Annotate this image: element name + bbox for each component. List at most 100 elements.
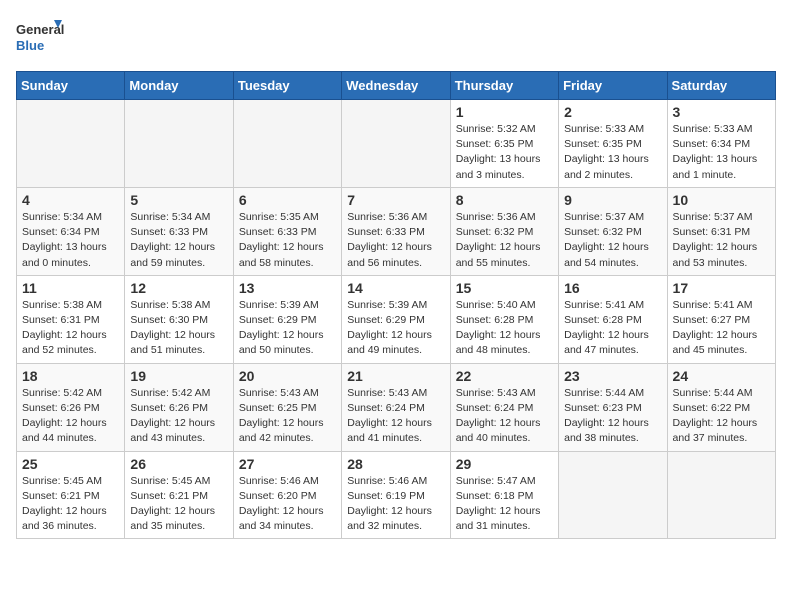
calendar-cell: 4Sunrise: 5:34 AMSunset: 6:34 PMDaylight…	[17, 187, 125, 275]
day-number: 20	[239, 368, 336, 384]
day-info: Sunrise: 5:37 AMSunset: 6:32 PMDaylight:…	[564, 210, 661, 271]
week-row-4: 18 Sunrise: 5:42 AMSunset: 6:26 PMDayligh…	[17, 363, 776, 451]
day-number: 13	[239, 280, 336, 296]
dow-header-monday: Monday	[125, 72, 233, 100]
day-info: Sunrise: 5:40 AMSunset: 6:28 PMDaylight:…	[456, 298, 553, 359]
week-row-2: 4Sunrise: 5:34 AMSunset: 6:34 PMDaylight…	[17, 187, 776, 275]
day-info: Sunrise: 5:33 AMSunset: 6:34 PMDaylight:…	[673, 122, 770, 183]
day-info: Sunrise: 5:44 AMSunset: 6:22 PMDaylight:…	[673, 386, 770, 447]
calendar-cell	[342, 100, 450, 188]
calendar-cell: 5 Sunrise: 5:34 AMSunset: 6:33 PMDaylight…	[125, 187, 233, 275]
dow-header-sunday: Sunday	[17, 72, 125, 100]
day-number: 17	[673, 280, 770, 296]
calendar-body: 1 Sunrise: 5:32 AMSunset: 6:35 PMDaylight…	[17, 100, 776, 539]
day-info: Sunrise: 5:47 AMSunset: 6:18 PMDaylight:…	[456, 474, 553, 535]
calendar-cell	[125, 100, 233, 188]
day-info: Sunrise: 5:43 AMSunset: 6:24 PMDaylight:…	[456, 386, 553, 447]
calendar-cell: 11 Sunrise: 5:38 AMSunset: 6:31 PMDayligh…	[17, 275, 125, 363]
calendar-cell: 2 Sunrise: 5:33 AMSunset: 6:35 PMDaylight…	[559, 100, 667, 188]
calendar-cell: 8Sunrise: 5:36 AMSunset: 6:32 PMDaylight…	[450, 187, 558, 275]
day-info: Sunrise: 5:42 AMSunset: 6:26 PMDaylight:…	[22, 386, 119, 447]
logo-svg: General Blue	[16, 16, 66, 61]
day-info: Sunrise: 5:37 AMSunset: 6:31 PMDaylight:…	[673, 210, 770, 271]
day-info: Sunrise: 5:35 AMSunset: 6:33 PMDaylight:…	[239, 210, 336, 271]
dow-header-friday: Friday	[559, 72, 667, 100]
day-number: 5	[130, 192, 227, 208]
days-of-week-row: SundayMondayTuesdayWednesdayThursdayFrid…	[17, 72, 776, 100]
svg-text:Blue: Blue	[16, 38, 44, 53]
day-info: Sunrise: 5:33 AMSunset: 6:35 PMDaylight:…	[564, 122, 661, 183]
day-number: 8	[456, 192, 553, 208]
day-info: Sunrise: 5:36 AMSunset: 6:33 PMDaylight:…	[347, 210, 444, 271]
day-number: 28	[347, 456, 444, 472]
day-number: 10	[673, 192, 770, 208]
day-info: Sunrise: 5:41 AMSunset: 6:28 PMDaylight:…	[564, 298, 661, 359]
calendar-cell: 22 Sunrise: 5:43 AMSunset: 6:24 PMDayligh…	[450, 363, 558, 451]
calendar-cell: 3 Sunrise: 5:33 AMSunset: 6:34 PMDaylight…	[667, 100, 775, 188]
day-number: 19	[130, 368, 227, 384]
day-info: Sunrise: 5:43 AMSunset: 6:24 PMDaylight:…	[347, 386, 444, 447]
day-number: 9	[564, 192, 661, 208]
calendar-cell: 21 Sunrise: 5:43 AMSunset: 6:24 PMDayligh…	[342, 363, 450, 451]
calendar-cell: 13Sunrise: 5:39 AMSunset: 6:29 PMDayligh…	[233, 275, 341, 363]
calendar-cell: 17 Sunrise: 5:41 AMSunset: 6:27 PMDayligh…	[667, 275, 775, 363]
calendar-cell: 10 Sunrise: 5:37 AMSunset: 6:31 PMDayligh…	[667, 187, 775, 275]
dow-header-wednesday: Wednesday	[342, 72, 450, 100]
calendar-cell	[667, 451, 775, 539]
dow-header-thursday: Thursday	[450, 72, 558, 100]
calendar-cell: 19 Sunrise: 5:42 AMSunset: 6:26 PMDayligh…	[125, 363, 233, 451]
dow-header-tuesday: Tuesday	[233, 72, 341, 100]
calendar-cell: 15 Sunrise: 5:40 AMSunset: 6:28 PMDayligh…	[450, 275, 558, 363]
day-number: 25	[22, 456, 119, 472]
calendar: SundayMondayTuesdayWednesdayThursdayFrid…	[16, 71, 776, 539]
calendar-cell: 18 Sunrise: 5:42 AMSunset: 6:26 PMDayligh…	[17, 363, 125, 451]
calendar-cell: 14Sunrise: 5:39 AMSunset: 6:29 PMDayligh…	[342, 275, 450, 363]
header: General Blue	[16, 16, 776, 61]
calendar-cell	[17, 100, 125, 188]
calendar-cell: 29 Sunrise: 5:47 AMSunset: 6:18 PMDayligh…	[450, 451, 558, 539]
day-number: 15	[456, 280, 553, 296]
day-number: 21	[347, 368, 444, 384]
day-number: 2	[564, 104, 661, 120]
dow-header-saturday: Saturday	[667, 72, 775, 100]
day-number: 29	[456, 456, 553, 472]
day-info: Sunrise: 5:34 AMSunset: 6:34 PMDaylight:…	[22, 210, 119, 271]
day-number: 22	[456, 368, 553, 384]
day-number: 18	[22, 368, 119, 384]
day-info: Sunrise: 5:41 AMSunset: 6:27 PMDaylight:…	[673, 298, 770, 359]
day-info: Sunrise: 5:46 AMSunset: 6:20 PMDaylight:…	[239, 474, 336, 535]
day-number: 3	[673, 104, 770, 120]
calendar-cell: 7 Sunrise: 5:36 AMSunset: 6:33 PMDaylight…	[342, 187, 450, 275]
day-info: Sunrise: 5:43 AMSunset: 6:25 PMDaylight:…	[239, 386, 336, 447]
calendar-cell	[559, 451, 667, 539]
day-info: Sunrise: 5:38 AMSunset: 6:31 PMDaylight:…	[22, 298, 119, 359]
day-info: Sunrise: 5:44 AMSunset: 6:23 PMDaylight:…	[564, 386, 661, 447]
day-number: 14	[347, 280, 444, 296]
calendar-cell: 23 Sunrise: 5:44 AMSunset: 6:23 PMDayligh…	[559, 363, 667, 451]
day-info: Sunrise: 5:42 AMSunset: 6:26 PMDaylight:…	[130, 386, 227, 447]
day-info: Sunrise: 5:32 AMSunset: 6:35 PMDaylight:…	[456, 122, 553, 183]
calendar-cell: 12 Sunrise: 5:38 AMSunset: 6:30 PMDayligh…	[125, 275, 233, 363]
day-number: 24	[673, 368, 770, 384]
day-number: 16	[564, 280, 661, 296]
day-number: 27	[239, 456, 336, 472]
day-info: Sunrise: 5:34 AMSunset: 6:33 PMDaylight:…	[130, 210, 227, 271]
week-row-1: 1 Sunrise: 5:32 AMSunset: 6:35 PMDaylight…	[17, 100, 776, 188]
calendar-cell: 26 Sunrise: 5:45 AMSunset: 6:21 PMDayligh…	[125, 451, 233, 539]
week-row-3: 11 Sunrise: 5:38 AMSunset: 6:31 PMDayligh…	[17, 275, 776, 363]
calendar-cell: 24 Sunrise: 5:44 AMSunset: 6:22 PMDayligh…	[667, 363, 775, 451]
day-number: 7	[347, 192, 444, 208]
calendar-cell: 20 Sunrise: 5:43 AMSunset: 6:25 PMDayligh…	[233, 363, 341, 451]
day-number: 23	[564, 368, 661, 384]
day-number: 12	[130, 280, 227, 296]
week-row-5: 25 Sunrise: 5:45 AMSunset: 6:21 PMDayligh…	[17, 451, 776, 539]
day-number: 11	[22, 280, 119, 296]
day-number: 26	[130, 456, 227, 472]
day-info: Sunrise: 5:38 AMSunset: 6:30 PMDaylight:…	[130, 298, 227, 359]
day-info: Sunrise: 5:45 AMSunset: 6:21 PMDaylight:…	[130, 474, 227, 535]
calendar-cell: 16 Sunrise: 5:41 AMSunset: 6:28 PMDayligh…	[559, 275, 667, 363]
day-info: Sunrise: 5:45 AMSunset: 6:21 PMDaylight:…	[22, 474, 119, 535]
day-number: 1	[456, 104, 553, 120]
logo: General Blue	[16, 16, 66, 61]
calendar-cell: 9 Sunrise: 5:37 AMSunset: 6:32 PMDaylight…	[559, 187, 667, 275]
